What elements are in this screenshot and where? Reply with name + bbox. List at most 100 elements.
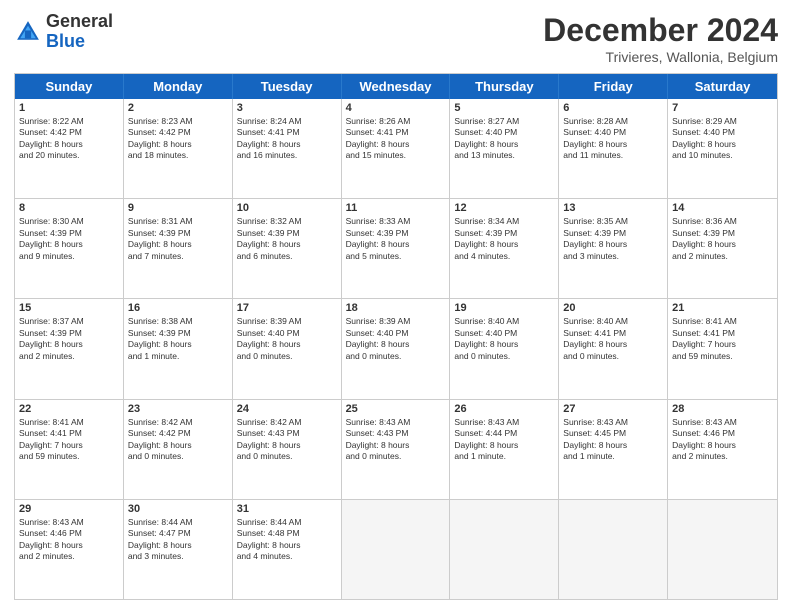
cell-line: Sunset: 4:41 PM (563, 328, 663, 339)
day-number: 3 (237, 102, 337, 114)
calendar-cell: 12Sunrise: 8:34 AMSunset: 4:39 PMDayligh… (450, 199, 559, 298)
cell-line: Sunset: 4:48 PM (237, 528, 337, 539)
day-number: 29 (19, 503, 119, 515)
location-subtitle: Trivieres, Wallonia, Belgium (543, 49, 778, 65)
day-number: 25 (346, 403, 446, 415)
cell-line: Sunset: 4:47 PM (128, 528, 228, 539)
cell-line: and 1 minute. (128, 351, 228, 362)
cell-line: Daylight: 8 hours (563, 339, 663, 350)
day-number: 21 (672, 302, 773, 314)
cell-line: Daylight: 8 hours (237, 540, 337, 551)
cell-line: Daylight: 8 hours (563, 239, 663, 250)
cell-line: and 2 minutes. (672, 451, 773, 462)
cell-line: Daylight: 8 hours (128, 540, 228, 551)
cell-line: Daylight: 8 hours (346, 440, 446, 451)
cell-line: Daylight: 8 hours (128, 440, 228, 451)
calendar-cell: 19Sunrise: 8:40 AMSunset: 4:40 PMDayligh… (450, 299, 559, 398)
cell-line: and 20 minutes. (19, 150, 119, 161)
cell-line: and 2 minutes. (19, 551, 119, 562)
day-number: 9 (128, 202, 228, 214)
day-number: 23 (128, 403, 228, 415)
cell-line: and 1 minute. (454, 451, 554, 462)
page: General Blue December 2024 Trivieres, Wa… (0, 0, 792, 612)
cell-line: Sunset: 4:41 PM (346, 127, 446, 138)
calendar-cell: 14Sunrise: 8:36 AMSunset: 4:39 PMDayligh… (668, 199, 777, 298)
cell-line: Sunset: 4:39 PM (19, 328, 119, 339)
cell-line: Sunrise: 8:43 AM (563, 417, 663, 428)
cell-line: and 2 minutes. (672, 251, 773, 262)
day-number: 1 (19, 102, 119, 114)
cell-line: Sunrise: 8:27 AM (454, 116, 554, 127)
header-day-wednesday: Wednesday (342, 74, 451, 99)
day-number: 14 (672, 202, 773, 214)
cell-line: and 2 minutes. (19, 351, 119, 362)
calendar-cell (342, 500, 451, 599)
calendar-cell: 15Sunrise: 8:37 AMSunset: 4:39 PMDayligh… (15, 299, 124, 398)
calendar-cell: 7Sunrise: 8:29 AMSunset: 4:40 PMDaylight… (668, 99, 777, 198)
calendar-cell: 26Sunrise: 8:43 AMSunset: 4:44 PMDayligh… (450, 400, 559, 499)
cell-line: Daylight: 8 hours (237, 440, 337, 451)
cell-line: Sunrise: 8:44 AM (237, 517, 337, 528)
day-number: 17 (237, 302, 337, 314)
calendar-row-1: 1Sunrise: 8:22 AMSunset: 4:42 PMDaylight… (15, 99, 777, 199)
cell-line: Daylight: 8 hours (19, 339, 119, 350)
cell-line: Sunset: 4:39 PM (237, 228, 337, 239)
cell-line: and 11 minutes. (563, 150, 663, 161)
calendar-cell: 6Sunrise: 8:28 AMSunset: 4:40 PMDaylight… (559, 99, 668, 198)
cell-line: and 13 minutes. (454, 150, 554, 161)
cell-line: Daylight: 8 hours (672, 440, 773, 451)
cell-line: Sunset: 4:43 PM (237, 428, 337, 439)
cell-line: and 6 minutes. (237, 251, 337, 262)
cell-line: Sunrise: 8:35 AM (563, 216, 663, 227)
day-number: 5 (454, 102, 554, 114)
cell-line: Daylight: 8 hours (128, 339, 228, 350)
cell-line: and 7 minutes. (128, 251, 228, 262)
day-number: 28 (672, 403, 773, 415)
cell-line: and 3 minutes. (563, 251, 663, 262)
cell-line: Sunset: 4:40 PM (672, 127, 773, 138)
cell-line: and 4 minutes. (237, 551, 337, 562)
cell-line: and 5 minutes. (346, 251, 446, 262)
cell-line: Sunrise: 8:39 AM (346, 316, 446, 327)
cell-line: and 1 minute. (563, 451, 663, 462)
cell-line: Sunrise: 8:31 AM (128, 216, 228, 227)
cell-line: Sunrise: 8:41 AM (19, 417, 119, 428)
cell-line: Sunrise: 8:44 AM (128, 517, 228, 528)
cell-line: Sunrise: 8:43 AM (672, 417, 773, 428)
cell-line: Sunrise: 8:23 AM (128, 116, 228, 127)
cell-line: Daylight: 8 hours (128, 139, 228, 150)
day-number: 10 (237, 202, 337, 214)
calendar-cell: 29Sunrise: 8:43 AMSunset: 4:46 PMDayligh… (15, 500, 124, 599)
cell-line: and 15 minutes. (346, 150, 446, 161)
day-number: 8 (19, 202, 119, 214)
day-number: 2 (128, 102, 228, 114)
cell-line: Sunset: 4:39 PM (128, 328, 228, 339)
calendar-cell: 31Sunrise: 8:44 AMSunset: 4:48 PMDayligh… (233, 500, 342, 599)
cell-line: Sunset: 4:41 PM (672, 328, 773, 339)
cell-line: Daylight: 8 hours (128, 239, 228, 250)
cell-line: Sunrise: 8:30 AM (19, 216, 119, 227)
logo-text: General Blue (46, 12, 113, 52)
day-number: 24 (237, 403, 337, 415)
cell-line: Sunrise: 8:26 AM (346, 116, 446, 127)
cell-line: Daylight: 8 hours (237, 339, 337, 350)
cell-line: Sunrise: 8:39 AM (237, 316, 337, 327)
day-number: 30 (128, 503, 228, 515)
cell-line: Daylight: 8 hours (19, 540, 119, 551)
cell-line: Sunrise: 8:33 AM (346, 216, 446, 227)
cell-line: and 0 minutes. (237, 451, 337, 462)
day-number: 19 (454, 302, 554, 314)
cell-line: Sunset: 4:44 PM (454, 428, 554, 439)
day-number: 20 (563, 302, 663, 314)
cell-line: and 0 minutes. (563, 351, 663, 362)
calendar-cell: 27Sunrise: 8:43 AMSunset: 4:45 PMDayligh… (559, 400, 668, 499)
calendar-cell: 22Sunrise: 8:41 AMSunset: 4:41 PMDayligh… (15, 400, 124, 499)
day-number: 4 (346, 102, 446, 114)
cell-line: Sunset: 4:40 PM (346, 328, 446, 339)
calendar-row-4: 22Sunrise: 8:41 AMSunset: 4:41 PMDayligh… (15, 400, 777, 500)
calendar-row-3: 15Sunrise: 8:37 AMSunset: 4:39 PMDayligh… (15, 299, 777, 399)
cell-line: and 3 minutes. (128, 551, 228, 562)
calendar-cell: 4Sunrise: 8:26 AMSunset: 4:41 PMDaylight… (342, 99, 451, 198)
logo: General Blue (14, 12, 113, 52)
day-number: 18 (346, 302, 446, 314)
